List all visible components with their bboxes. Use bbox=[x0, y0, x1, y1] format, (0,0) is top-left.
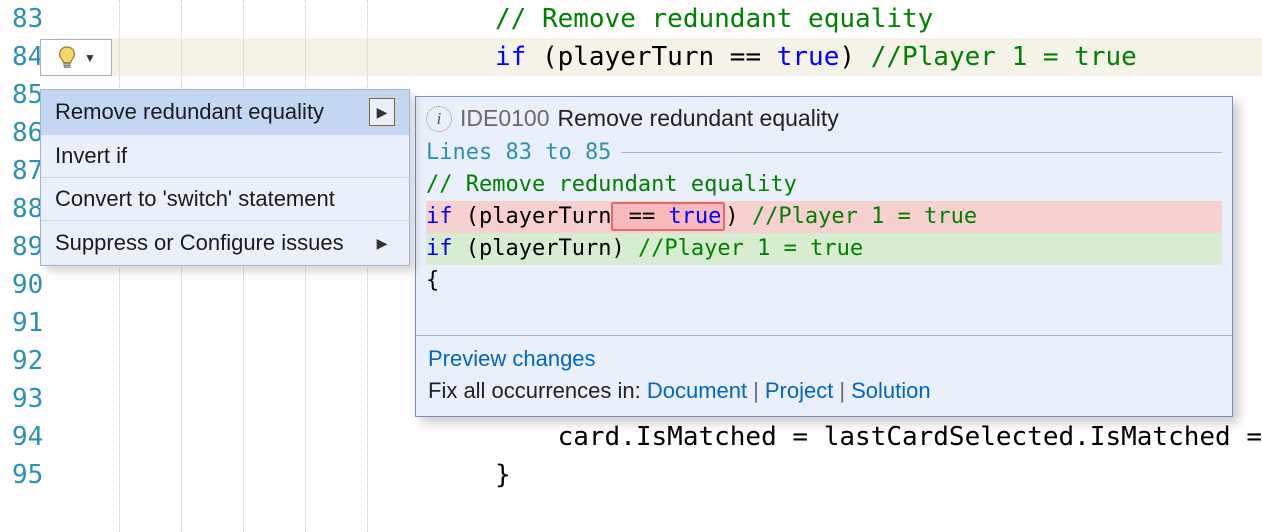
line-number: 92 bbox=[0, 342, 43, 380]
comment-text: //Player 1 = true bbox=[871, 42, 1137, 72]
code-line-84[interactable]: if (playerTurn == true) //Player 1 = tru… bbox=[49, 38, 1262, 76]
code-text: card.IsMatched = lastCardSelected.IsMatc… bbox=[558, 422, 1262, 452]
separator: | bbox=[747, 378, 765, 403]
flyout-footer: Preview changes Fix all occurrences in: … bbox=[416, 335, 1232, 416]
code-text: ) bbox=[725, 204, 752, 229]
menu-item-label: Convert to 'switch' statement bbox=[55, 186, 335, 212]
comment-text: //Player 1 = true bbox=[638, 236, 863, 261]
lightbulb-icon bbox=[56, 45, 78, 71]
code-text: (playerTurn bbox=[453, 204, 612, 229]
diff-section: Lines 83 to 85 // Remove redundant equal… bbox=[416, 136, 1232, 335]
menu-item-label: Invert if bbox=[55, 143, 127, 169]
line-number: 83 bbox=[0, 0, 43, 38]
divider bbox=[621, 152, 1222, 153]
line-number: 89 bbox=[0, 228, 43, 266]
comment-text: // Remove redundant equality bbox=[426, 172, 797, 197]
code-fix-preview-flyout: i IDE0100 Remove redundant equality Line… bbox=[415, 96, 1233, 417]
menu-item-invert-if[interactable]: Invert if bbox=[41, 135, 409, 178]
menu-item-remove-redundant-equality[interactable]: Remove redundant equality ▶ bbox=[41, 90, 409, 135]
code-line-94[interactable]: card.IsMatched = lastCardSelected.IsMatc… bbox=[49, 418, 1262, 456]
flyout-header: i IDE0100 Remove redundant equality bbox=[416, 97, 1232, 136]
diff-context-row: { bbox=[426, 265, 1222, 297]
fix-document-link[interactable]: Document bbox=[647, 378, 747, 403]
line-number: 84 bbox=[0, 38, 43, 76]
line-number: 85 bbox=[0, 76, 43, 114]
info-icon: i bbox=[426, 106, 452, 132]
diff-blank-row bbox=[426, 297, 1222, 329]
fix-project-link[interactable]: Project bbox=[765, 378, 833, 403]
line-number: 86 bbox=[0, 114, 43, 152]
line-number-gutter: 83848586878889909192939495 bbox=[0, 0, 49, 532]
quick-actions-lightbulb[interactable]: ▼ bbox=[40, 39, 112, 76]
menu-item-label: Remove redundant equality bbox=[55, 99, 324, 125]
fix-solution-link[interactable]: Solution bbox=[851, 378, 931, 403]
diff-added-row: if (playerTurn) //Player 1 = true bbox=[426, 233, 1222, 265]
separator: | bbox=[833, 378, 851, 403]
code-text: ) bbox=[839, 42, 870, 72]
diagnostic-title: Remove redundant equality bbox=[558, 105, 839, 132]
line-number: 91 bbox=[0, 304, 43, 342]
diff-deleted-row: if (playerTurn == true) //Player 1 = tru… bbox=[426, 201, 1222, 233]
comment-text: //Player 1 = true bbox=[752, 204, 977, 229]
line-number: 87 bbox=[0, 152, 43, 190]
keyword-true: true bbox=[777, 42, 840, 72]
chevron-right-icon: ▶ bbox=[369, 229, 395, 257]
diff-context-row: // Remove redundant equality bbox=[426, 169, 1222, 201]
code-line-95[interactable]: } bbox=[49, 456, 1262, 494]
diff-code: // Remove redundant equality if (playerT… bbox=[416, 169, 1232, 329]
line-number: 95 bbox=[0, 456, 43, 494]
line-number: 93 bbox=[0, 380, 43, 418]
code-text: (playerTurn == bbox=[526, 42, 776, 72]
diff-removed-token: == true bbox=[611, 202, 725, 231]
line-number: 90 bbox=[0, 266, 43, 304]
keyword-if: if bbox=[426, 204, 453, 229]
keyword-if: if bbox=[426, 236, 453, 261]
line-number: 94 bbox=[0, 418, 43, 456]
brace-close: } bbox=[495, 460, 511, 490]
fix-all-label: Fix all occurrences in: bbox=[428, 378, 647, 403]
chevron-down-icon: ▼ bbox=[84, 51, 96, 65]
line-number: 88 bbox=[0, 190, 43, 228]
keyword-if: if bbox=[495, 42, 526, 72]
brace-open: { bbox=[426, 268, 439, 293]
diff-lines-label: Lines 83 to 85 bbox=[426, 140, 611, 165]
menu-item-suppress-or-configure-issues[interactable]: Suppress or Configure issues ▶ bbox=[41, 221, 409, 265]
quick-actions-menu: Remove redundant equality ▶ Invert if Conve… bbox=[40, 89, 410, 266]
code-line-83[interactable]: // Remove redundant equality bbox=[49, 0, 1262, 38]
menu-item-label: Suppress or Configure issues bbox=[55, 230, 344, 256]
comment-text: // Remove redundant equality bbox=[495, 4, 933, 34]
menu-item-convert-to-switch-statement[interactable]: Convert to 'switch' statement bbox=[41, 178, 409, 221]
preview-changes-link[interactable]: Preview changes bbox=[428, 346, 1220, 378]
diff-lines-header: Lines 83 to 85 bbox=[416, 136, 1232, 169]
code-text: (playerTurn) bbox=[453, 236, 638, 261]
chevron-right-icon: ▶ bbox=[369, 98, 395, 126]
diagnostic-rule-id[interactable]: IDE0100 bbox=[460, 105, 550, 132]
